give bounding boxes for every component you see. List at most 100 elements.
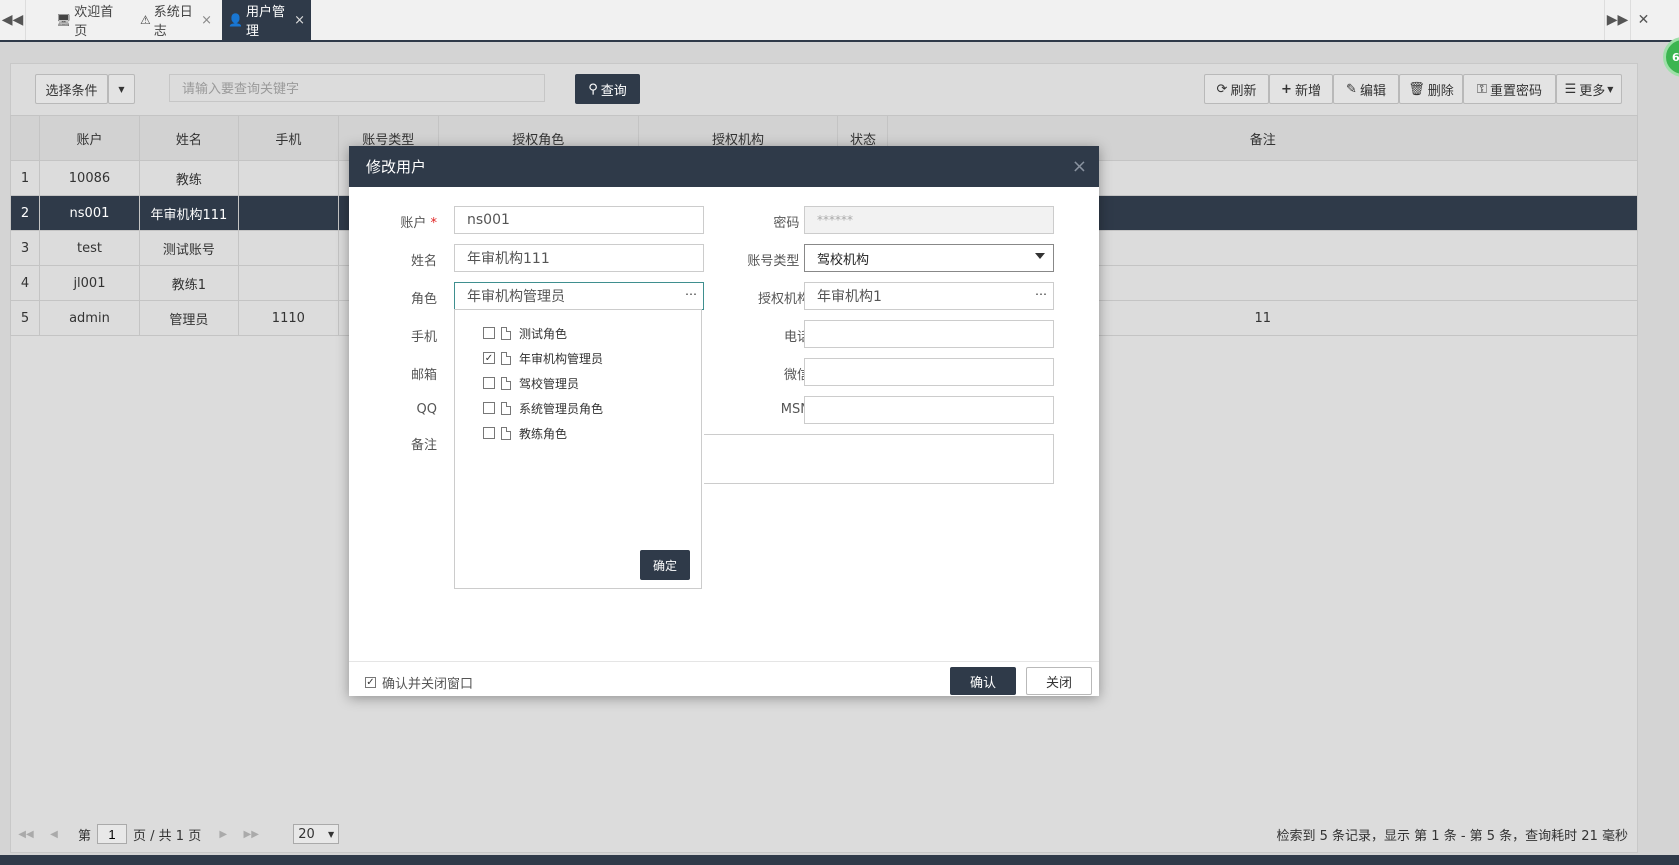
modal-header: 修改用户 ×: [349, 146, 1099, 187]
edit-label: 编辑: [1359, 83, 1386, 99]
role-option-label: 系统管理员角色: [519, 401, 604, 416]
reset-password-button[interactable]: ⚿ 重置密码: [1463, 74, 1556, 104]
column-header-name[interactable]: 姓名: [138, 115, 239, 161]
trash-icon: 🗑: [1408, 81, 1425, 97]
search-button[interactable]: ⚲ 查询: [575, 74, 640, 104]
msn-field[interactable]: [804, 396, 1054, 424]
more-icon[interactable]: ⋯: [1035, 287, 1047, 301]
account-field[interactable]: ns001: [454, 206, 704, 234]
refresh-label: 刷新: [1230, 83, 1257, 99]
cell-index: 4: [10, 265, 40, 301]
role-dropdown: 测试角色 ✓ 年审机构管理员 驾校管理员 系统管理员角色 教练角色 确定: [454, 309, 702, 589]
checkbox-checked-icon[interactable]: ✓: [483, 352, 495, 364]
add-label: 新增: [1294, 83, 1321, 99]
more-button[interactable]: ☰ 更多 ▼: [1556, 74, 1622, 104]
cell-name: 测试账号: [138, 230, 239, 266]
more-icon[interactable]: ⋯: [685, 287, 697, 301]
tab-user-management[interactable]: 👤 用户管理 ×: [222, 0, 311, 40]
password-field[interactable]: ******: [804, 206, 1054, 234]
role-option[interactable]: 教练角色: [483, 424, 567, 442]
add-button[interactable]: + 新增: [1269, 74, 1333, 104]
refresh-button[interactable]: ⟳ 刷新: [1204, 74, 1269, 104]
file-icon: [501, 351, 511, 365]
role-option[interactable]: 系统管理员角色: [483, 399, 603, 417]
caret-down-icon: [1035, 253, 1045, 259]
role-value: 年审机构管理员: [467, 289, 565, 305]
role-picker[interactable]: 年审机构管理员 ⋯: [454, 282, 704, 310]
org-picker[interactable]: 年审机构1 ⋯: [804, 282, 1054, 310]
org-value: 年审机构1: [817, 289, 882, 305]
warning-icon: ⚠: [140, 13, 151, 27]
tab-system-log[interactable]: ⚠ 系统日志 ×: [134, 0, 218, 40]
cell-account: ns001: [38, 195, 140, 231]
cell-index: 2: [10, 195, 40, 231]
name-label: 姓名: [410, 254, 437, 269]
cell-name: 教练: [138, 160, 239, 196]
delete-button[interactable]: 🗑 删除: [1399, 74, 1463, 104]
confirm-button[interactable]: 确认: [950, 667, 1016, 695]
scroll-left-icon[interactable]: ◀◀: [0, 0, 26, 40]
account-label: 账户 *: [377, 212, 437, 231]
close-icon[interactable]: ×: [1072, 156, 1087, 177]
notification-badge[interactable]: 67: [1663, 37, 1679, 77]
dropdown-confirm-button[interactable]: 确定: [640, 550, 690, 580]
checkbox-icon[interactable]: [483, 427, 495, 439]
monitor-icon: 🖥: [56, 13, 72, 27]
cell-name: 年审机构111: [138, 195, 239, 231]
account-type-select[interactable]: 驾校机构: [804, 244, 1054, 272]
cell-index: 5: [10, 300, 40, 336]
cell-name: 教练1: [138, 265, 239, 301]
condition-dropdown-button[interactable]: ▼: [108, 74, 135, 104]
page-number-input[interactable]: [97, 824, 128, 844]
page-size-value: 20: [298, 826, 315, 842]
page-size-select[interactable]: 20 ▼: [293, 824, 340, 844]
checkbox-icon[interactable]: [483, 377, 495, 389]
file-icon: [501, 326, 511, 340]
search-input[interactable]: [169, 74, 545, 102]
close-after-confirm-option[interactable]: ✓ 确认并关闭窗口: [365, 673, 473, 692]
refresh-icon: ⟳: [1216, 81, 1228, 97]
tab-label: 系统日志: [153, 5, 193, 39]
condition-button[interactable]: 选择条件: [35, 74, 108, 104]
account-type-label: 账号类型 *: [710, 250, 810, 269]
last-page-icon[interactable]: ▶▶: [239, 823, 263, 845]
scroll-right-icon[interactable]: ▶▶: [1604, 0, 1630, 40]
role-option-label: 驾校管理员: [519, 376, 580, 391]
name-field[interactable]: 年审机构111: [454, 244, 704, 272]
edit-button[interactable]: ✎ 编辑: [1333, 74, 1399, 104]
phone-field[interactable]: [804, 320, 1054, 348]
remark-field[interactable]: [704, 434, 1054, 484]
cell-account: jl001: [38, 265, 140, 301]
next-page-icon[interactable]: ▶: [211, 823, 235, 845]
checkbox-icon[interactable]: [483, 327, 495, 339]
search-button-label: 查询: [600, 83, 627, 99]
close-tab-icon[interactable]: ×: [201, 13, 212, 28]
column-header-mobile[interactable]: 手机: [237, 115, 339, 161]
role-option[interactable]: 测试角色: [483, 324, 567, 342]
checkbox-checked-icon[interactable]: ✓: [365, 677, 376, 688]
reset-password-label: 重置密码: [1489, 83, 1542, 99]
tab-label: 用户管理: [245, 5, 285, 39]
cell-mobile: [237, 195, 339, 231]
prev-page-icon[interactable]: ◀: [42, 823, 66, 845]
fullscreen-icon[interactable]: ✕: [1630, 0, 1656, 40]
wechat-field[interactable]: [804, 358, 1054, 386]
cell-index: 3: [10, 230, 40, 266]
file-icon: [501, 401, 511, 415]
role-option[interactable]: 驾校管理员: [483, 374, 579, 392]
caret-down-icon: ▼: [118, 84, 125, 94]
close-tab-icon[interactable]: ×: [294, 13, 305, 28]
column-header-account[interactable]: 账户: [38, 115, 140, 161]
delete-label: 删除: [1427, 83, 1454, 99]
close-button[interactable]: 关闭: [1026, 667, 1092, 695]
role-option[interactable]: ✓ 年审机构管理员: [483, 349, 603, 367]
user-icon: 👤: [228, 13, 243, 27]
checkbox-icon[interactable]: [483, 402, 495, 414]
result-summary: 检索到 5 条记录，显示 第 1 条 - 第 5 条，查询耗时 21 毫秒: [1276, 828, 1628, 844]
first-page-icon[interactable]: ◀◀: [14, 823, 38, 845]
qq-label: QQ: [416, 402, 437, 417]
tab-welcome[interactable]: 🖥 欢迎首页: [50, 0, 127, 40]
msn-label: MSN: [780, 402, 810, 417]
search-icon: ⚲: [588, 81, 598, 97]
modal-footer: ✓ 确认并关闭窗口 确认 关闭: [349, 661, 1099, 696]
